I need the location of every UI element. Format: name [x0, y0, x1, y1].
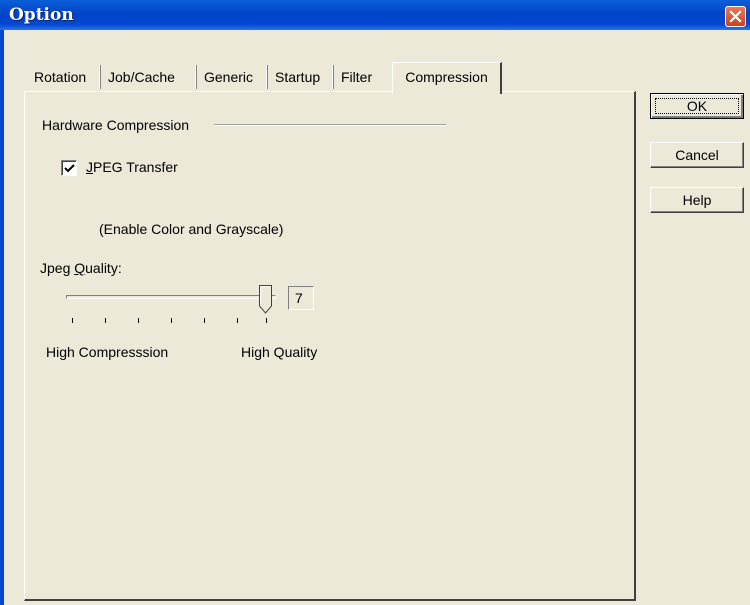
jpeg-transfer-label[interactable]: JPEG Transfer [86, 159, 178, 175]
tab-compression[interactable]: Compression [392, 62, 502, 94]
tab-generic[interactable]: Generic [204, 64, 253, 90]
tab-separator [332, 65, 334, 89]
close-icon [729, 10, 742, 23]
slider-tick [105, 318, 106, 323]
focus-rect [655, 98, 739, 114]
jpeg-transfer-accel: J [86, 159, 93, 175]
tab-separator [99, 65, 101, 89]
jpeg-transfer-label-text: PEG Transfer [93, 159, 178, 175]
tab-filter[interactable]: Filter [341, 64, 372, 90]
group-divider [214, 124, 446, 126]
jpeg-quality-accel: Q [74, 260, 86, 276]
tab-separator [266, 65, 268, 89]
title-bar: Option [0, 0, 750, 30]
cancel-button[interactable]: Cancel [650, 142, 744, 168]
slider-tick [237, 318, 238, 323]
tab-job-cache[interactable]: Job/Cache [108, 64, 175, 90]
jpeg-quality-value: 7 [288, 286, 314, 310]
slider-tick [171, 318, 172, 323]
slider-tick [266, 318, 267, 323]
jpeg-quality-label-a: Jpeg [40, 260, 75, 276]
jpeg-quality-label-b: uality: [85, 260, 122, 276]
window-title: Option [9, 5, 74, 25]
slider-thumb-icon[interactable] [259, 285, 273, 315]
ok-button[interactable]: OK [650, 93, 744, 119]
jpeg-transfer-checkbox[interactable] [61, 160, 77, 176]
help-button[interactable]: Help [650, 187, 744, 213]
jpeg-quality-slider-track[interactable] [66, 295, 276, 299]
slider-tick [138, 318, 139, 323]
close-button[interactable] [725, 6, 746, 27]
tab-compression-label: Compression [405, 69, 488, 85]
slider-tick [72, 318, 73, 323]
jpeg-note: (Enable Color and Grayscale) [99, 221, 284, 237]
tab-startup[interactable]: Startup [275, 64, 320, 90]
tab-separator [195, 65, 197, 89]
tab-rotation[interactable]: Rotation [34, 64, 86, 90]
high-compression-label: High Compresssion [46, 344, 169, 360]
hardware-compression-group-label: Hardware Compression [42, 117, 190, 133]
window-frame-left [0, 30, 4, 605]
slider-tick [204, 318, 205, 323]
high-quality-label: High Quality [241, 344, 318, 360]
jpeg-quality-label: Jpeg Quality: [40, 260, 122, 276]
checkmark-icon [64, 164, 75, 173]
